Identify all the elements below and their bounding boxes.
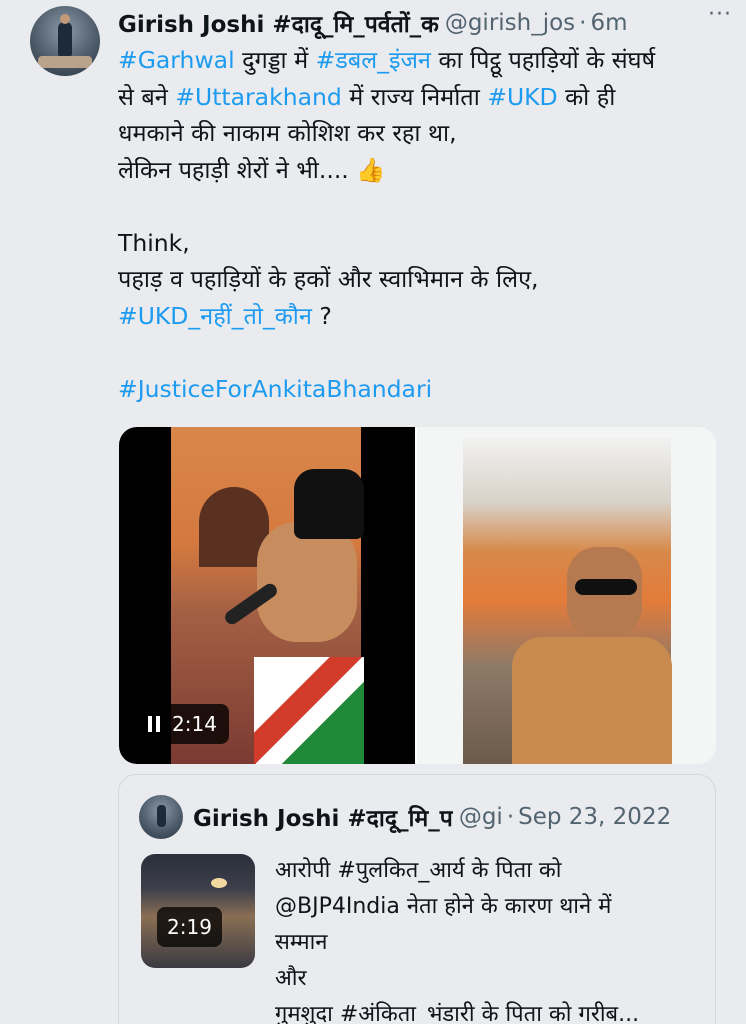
tweet-text-line: धमकाने की नाकाम कोशिश कर रहा था, <box>118 115 728 152</box>
hashtag-link[interactable]: #UKD <box>487 83 557 111</box>
author-name[interactable]: Girish Joshi #दादू_मि_पर्वतों_क <box>118 7 439 39</box>
video-speaker-cap <box>294 469 364 539</box>
more-dots-icon[interactable]: ··· <box>708 2 732 27</box>
quoted-text-line: @BJP4India नेता होने के कारण थाने में <box>275 894 612 919</box>
tweet-text-segment: Think, <box>118 228 190 257</box>
quoted-avatar-figure <box>157 805 166 827</box>
quoted-tweet-text: आरोपी #पुलकित_आर्य के पिता को @BJP4India … <box>275 853 705 1024</box>
tweet-text-line: #JusticeForAnkitaBhandari <box>118 371 728 408</box>
video-thumbnail-officer[interactable] <box>417 427 716 764</box>
hashtag-link[interactable]: #UKD_नहीं_तो_कौन <box>118 302 312 330</box>
video-duration-badge[interactable]: 2:14 <box>136 704 229 744</box>
tweet-text: #Garhwal दुगड्डा में #डबल_इंजन का पिट्ठू… <box>118 42 728 407</box>
video2-person-shirt <box>512 637 672 764</box>
pause-icon[interactable] <box>148 716 160 732</box>
hashtag-link[interactable]: #Garhwal <box>118 46 235 74</box>
tweet-text-segment: ? <box>311 301 332 330</box>
tweet-text-line: Think, <box>118 225 728 262</box>
tweet-text-line: से बने #Uttarakhand में राज्य निर्माता #… <box>118 79 728 116</box>
video2-sunglasses <box>575 579 637 595</box>
author-handle[interactable]: @girish_jos <box>445 10 575 36</box>
tweet-text-line: #UKD_नहीं_तो_कौन ? <box>118 298 728 335</box>
quoted-author-handle: @gi <box>458 804 503 830</box>
quoted-author-avatar[interactable] <box>139 795 183 839</box>
tweet-text-segment: धमकाने की नाकाम कोशिश कर रहा था, <box>118 119 457 147</box>
hashtag-link[interactable]: #डबल_इंजन <box>316 46 431 74</box>
tweet-text-line: पहाड़ व पहाड़ियों के हकों और स्वाभिमान क… <box>118 261 728 298</box>
quoted-tweet-date: Sep 23, 2022 <box>518 804 672 830</box>
author-avatar[interactable] <box>30 6 100 76</box>
quoted-text-line: गुमशुदा #अंकिता_भंडारी के पिता को गरीब..… <box>275 1002 640 1024</box>
quoted-text-line: और <box>275 966 307 991</box>
avatar-figure-head <box>60 14 70 24</box>
tweet-text-segment: में राज्य निर्माता <box>341 82 488 111</box>
separator-dot: · <box>579 10 587 36</box>
tweet-text-blank-line <box>118 334 728 371</box>
tweet-text-segment: को ही <box>557 82 616 111</box>
avatar-pedestal <box>38 56 92 68</box>
quoted-separator-dot: · <box>506 804 515 830</box>
video-speaker-scarf <box>254 657 364 764</box>
hashtag-link[interactable]: #Uttarakhand <box>175 83 342 111</box>
tweet[interactable]: Girish Joshi #दादू_मि_पर्वतों_क @girish_… <box>0 0 746 1024</box>
tweet-text-segment: लेकिन पहाड़ी शेरों ने भी.... 👍 <box>118 155 386 184</box>
quoted-tweet-header: Girish Joshi #दादू_मि_प @gi · Sep 23, 20… <box>193 795 701 839</box>
video-duration: 2:14 <box>172 712 217 736</box>
avatar-figure <box>58 22 72 56</box>
tweet-text-line: लेकिन पहाड़ी शेरों ने भी.... 👍 <box>118 152 728 189</box>
quoted-author-name: Girish Joshi #दादू_मि_प <box>193 806 453 832</box>
tweet-text-line: #Garhwal दुगड्डा में #डबल_इंजन का पिट्ठू… <box>118 42 728 79</box>
tweet-text-segment: से बने <box>118 82 176 111</box>
hashtag-link[interactable]: #JusticeForAnkitaBhandari <box>118 375 432 403</box>
quoted-text-line: आरोपी #पुलकित_आर्य के पिता को <box>275 858 562 883</box>
tweet-timestamp[interactable]: 6m <box>590 10 627 36</box>
quoted-video-light <box>211 878 227 888</box>
quoted-tweet[interactable]: Girish Joshi #दादू_मि_प @gi · Sep 23, 20… <box>118 774 716 1024</box>
quoted-text-line: सम्मान <box>275 930 328 955</box>
tweet-header: Girish Joshi #दादू_मि_पर्वतों_क @girish_… <box>118 7 732 39</box>
quoted-video-duration-badge: 2:19 <box>157 907 222 947</box>
quoted-video-duration: 2:19 <box>167 915 212 939</box>
tweet-text-segment: का पिट्ठू पहाड़ियों के संघर्ष <box>430 46 656 74</box>
tweet-text-blank-line <box>118 188 728 225</box>
tweet-text-segment: दुगड्डा में <box>234 46 316 74</box>
tweet-text-segment: पहाड़ व पहाड़ियों के हकों और स्वाभिमान क… <box>118 265 539 293</box>
video-speaker-face <box>257 522 357 642</box>
